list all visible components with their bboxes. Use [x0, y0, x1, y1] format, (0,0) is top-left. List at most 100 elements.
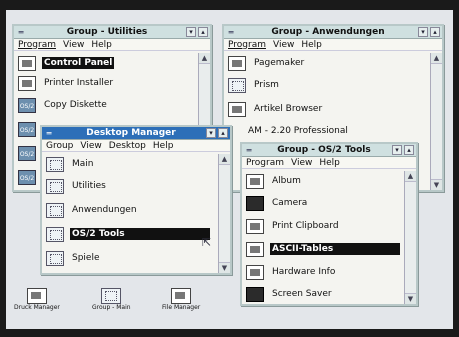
program-screen-saver[interactable]: Screen Saver [246, 286, 334, 302]
utilities-titlebar[interactable]: ═ Group - Utilities ▾ ▴ [14, 26, 210, 39]
minimize-icon[interactable]: ▾ [206, 128, 216, 138]
menu-help[interactable]: Help [319, 158, 340, 168]
ascii-table-icon [246, 241, 264, 257]
menu-help[interactable]: Help [91, 40, 112, 50]
pagemaker-icon [228, 55, 246, 71]
file-cabinet-icon [171, 288, 192, 304]
group-icon [46, 226, 64, 242]
menu-view[interactable]: View [63, 40, 84, 50]
desktop-icon-druck-manager[interactable]: Druck Manager [14, 288, 60, 311]
maximize-icon[interactable]: ▴ [218, 128, 228, 138]
os2-icon: OS/2 [18, 145, 36, 161]
maximize-icon[interactable]: ▴ [430, 27, 440, 37]
group-os2-tools[interactable]: OS/2 Tools [46, 226, 210, 242]
menu-desktop[interactable]: Desktop [109, 141, 146, 151]
vertical-scrollbar[interactable]: ▲ ▼ [404, 171, 416, 304]
desktop-manager-menubar: Group View Desktop Help [42, 140, 230, 152]
os2-tools-titlebar[interactable]: ═ Group - OS/2 Tools ▾ ▴ [242, 144, 416, 157]
scroll-up-icon[interactable]: ▲ [405, 171, 416, 182]
window-title: Group - Anwendungen [271, 27, 385, 37]
desktop-icon-group-main[interactable]: Group - Main [92, 288, 131, 311]
group-main[interactable]: Main [46, 156, 96, 172]
printer-icon [18, 75, 36, 91]
group-icon [101, 288, 122, 304]
vertical-scrollbar[interactable]: ▲ ▼ [218, 154, 230, 273]
screen-saver-icon [246, 286, 264, 302]
window-title: Group - OS/2 Tools [277, 145, 371, 155]
system-menu-icon[interactable]: ═ [14, 26, 28, 38]
menu-program[interactable]: Program [228, 40, 266, 50]
printer-icon [26, 288, 47, 304]
hardware-info-icon [246, 264, 264, 280]
program-copy-diskette[interactable]: OS/2 Copy Diskette [18, 97, 109, 113]
program-artikel-browser[interactable]: Artikel Browser [228, 101, 324, 117]
maximize-icon[interactable]: ▴ [198, 27, 208, 37]
menu-help[interactable]: Help [301, 40, 322, 50]
scroll-down-icon[interactable]: ▼ [405, 293, 416, 304]
program-print-clipboard[interactable]: Print Clipboard [246, 218, 341, 234]
scroll-up-icon[interactable]: ▲ [431, 53, 442, 64]
menu-help[interactable]: Help [153, 141, 174, 151]
screen-bezel [0, 0, 459, 10]
mouse-pointer-icon: ⇱ [202, 236, 212, 249]
group-icon [46, 178, 64, 194]
utilities-menubar: Program View Help [14, 39, 210, 51]
camera-icon [246, 195, 264, 211]
anwendungen-menubar: Program View Help [224, 39, 442, 51]
os2-tools-menubar: Program View Help [242, 157, 416, 169]
program-hardware-info[interactable]: Hardware Info [246, 264, 337, 280]
browser-icon [228, 101, 246, 117]
system-menu-icon[interactable]: ═ [224, 26, 238, 38]
minimize-icon[interactable]: ▾ [392, 145, 402, 155]
minimize-icon[interactable]: ▾ [186, 27, 196, 37]
desktop-manager-client: Main Utilities Anwendungen OS/2 Tools Sp… [42, 154, 218, 273]
program-os2-icon[interactable]: OS/2 [18, 169, 36, 185]
os2-icon: OS/2 [18, 97, 36, 113]
program-camera[interactable]: Camera [246, 195, 309, 211]
program-am-professional[interactable]: AM - 2.20 Professional [246, 123, 350, 139]
window-title: Desktop Manager [86, 128, 176, 138]
program-ascii-tables[interactable]: ASCII-Tables [246, 241, 400, 257]
screen-bezel [0, 0, 6, 337]
menu-program[interactable]: Program [18, 40, 56, 50]
menu-view[interactable]: View [273, 40, 294, 50]
program-printer-installer[interactable]: Printer Installer [18, 75, 115, 91]
group-utilities[interactable]: Utilities [46, 178, 108, 194]
scroll-down-icon[interactable]: ▼ [219, 262, 230, 273]
scroll-up-icon[interactable]: ▲ [199, 53, 210, 64]
menu-view[interactable]: View [291, 158, 312, 168]
program-os2-icon[interactable]: OS/2 [18, 121, 36, 137]
os2-icon: OS/2 [18, 121, 36, 137]
os2-tools-client: Album Camera Print Clipboard ASCII-Table… [242, 171, 404, 304]
program-pagemaker[interactable]: Pagemaker [228, 55, 306, 71]
desktop-manager-titlebar[interactable]: ═ Desktop Manager ▾ ▴ [42, 127, 230, 140]
vertical-scrollbar[interactable]: ▲ ▼ [430, 53, 442, 190]
os2-tools-window: ═ Group - OS/2 Tools ▾ ▴ Program View He… [240, 142, 418, 306]
desktop-manager-window: ═ Desktop Manager ▾ ▴ Group View Desktop… [40, 125, 232, 275]
menu-view[interactable]: View [80, 141, 101, 151]
group-icon [46, 202, 64, 218]
program-prism[interactable]: Prism [228, 77, 281, 93]
group-icon [46, 250, 64, 266]
scroll-up-icon[interactable]: ▲ [219, 154, 230, 165]
screen-bezel [0, 329, 459, 337]
program-os2-icon[interactable]: OS/2 [18, 145, 36, 161]
scroll-down-icon[interactable]: ▼ [431, 179, 442, 190]
control-panel-icon [18, 55, 36, 71]
minimize-icon[interactable]: ▾ [418, 27, 428, 37]
os2-icon: OS/2 [18, 169, 36, 185]
maximize-icon[interactable]: ▴ [404, 145, 414, 155]
system-menu-icon[interactable]: ═ [42, 127, 56, 139]
clipboard-icon [246, 218, 264, 234]
desktop-icon-file-manager[interactable]: File Manager [162, 288, 200, 311]
album-icon [246, 173, 264, 189]
group-spiele[interactable]: Spiele [46, 250, 102, 266]
system-menu-icon[interactable]: ═ [242, 144, 256, 156]
group-anwendungen[interactable]: Anwendungen [46, 202, 139, 218]
program-album[interactable]: Album [246, 173, 303, 189]
program-control-panel[interactable]: Control Panel [18, 55, 115, 71]
anwendungen-titlebar[interactable]: ═ Group - Anwendungen ▾ ▴ [224, 26, 442, 39]
menu-group[interactable]: Group [46, 141, 73, 151]
group-icon [46, 156, 64, 172]
menu-program[interactable]: Program [246, 158, 284, 168]
